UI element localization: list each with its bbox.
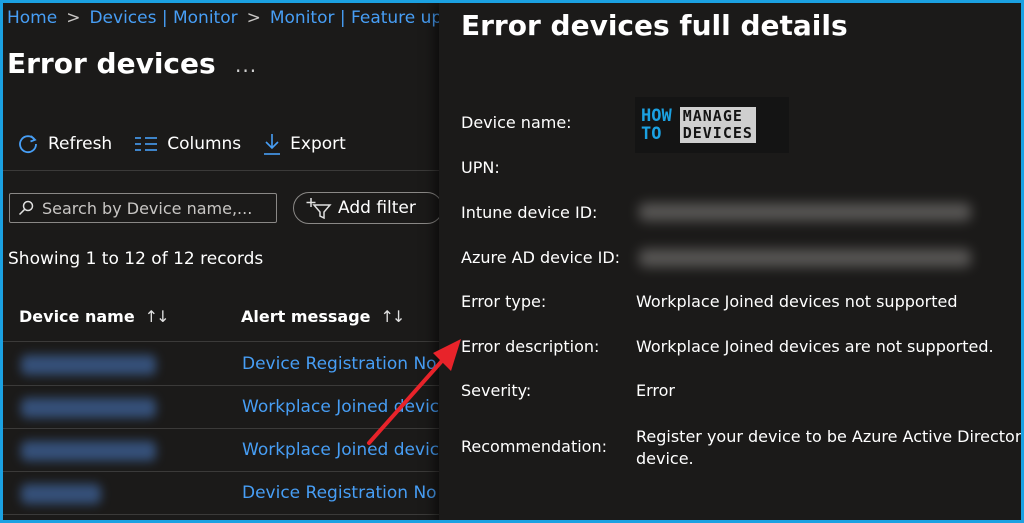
- refresh-button[interactable]: Refresh: [17, 133, 112, 155]
- column-header-device-name[interactable]: Device name ↑↓: [19, 307, 170, 326]
- table-row[interactable]: Device Registration No T: [3, 343, 452, 386]
- severity-label: Severity:: [461, 381, 532, 400]
- table-header-divider: [3, 341, 439, 342]
- error-description-label: Error description:: [461, 337, 600, 356]
- breadcrumb-home[interactable]: Home: [7, 8, 57, 28]
- alert-message-link[interactable]: Device Registration No T: [242, 483, 452, 503]
- intune-device-id-label: Intune device ID:: [461, 203, 598, 222]
- redacted-device-name: [21, 484, 101, 504]
- alert-message-link[interactable]: Device Registration No T: [242, 354, 452, 374]
- table-row[interactable]: Workplace Joined device: [3, 386, 450, 429]
- error-description-value: Workplace Joined devices are not support…: [636, 337, 994, 356]
- alert-message-link[interactable]: Workplace Joined device: [242, 440, 450, 460]
- breadcrumb: Home > Devices | Monitor > Monitor | Feature…: [7, 8, 442, 28]
- search-input[interactable]: [40, 197, 274, 219]
- download-icon: [264, 134, 281, 155]
- upn-label: UPN:: [461, 158, 500, 177]
- refresh-label: Refresh: [48, 134, 113, 154]
- breadcrumb-monitor-feature-updates[interactable]: Monitor | Feature up: [270, 8, 442, 28]
- breadcrumb-separator: >: [66, 8, 81, 28]
- sort-icon[interactable]: ↑↓: [381, 307, 406, 326]
- error-type-value: Workplace Joined devices not supported: [636, 292, 958, 311]
- toolbar-divider: [3, 170, 439, 171]
- logo-text-left: HOW TO: [641, 106, 672, 144]
- recommendation-label: Recommendation:: [461, 437, 607, 456]
- details-title: Error devices full details: [461, 9, 848, 42]
- records-count: Showing 1 to 12 of 12 records: [8, 249, 264, 269]
- error-devices-pane: Home > Devices | Monitor > Monitor | Feature…: [3, 3, 452, 520]
- add-filter-button[interactable]: Add filter: [293, 192, 443, 224]
- columns-icon: [135, 137, 158, 151]
- how-to-manage-devices-logo: HOW TO MANAGE DEVICES: [635, 97, 789, 153]
- column-header-label: Alert message: [241, 307, 371, 326]
- screenshot-frame: Home > Devices | Monitor > Monitor | Feature…: [0, 0, 1024, 523]
- table-row[interactable]: Workplace Joined device: [3, 429, 450, 472]
- breadcrumb-separator: >: [246, 8, 261, 28]
- recommendation-value: Register your device to be Azure Active …: [636, 427, 1024, 468]
- severity-value: Error: [636, 381, 675, 400]
- column-header-label: Device name: [19, 307, 135, 326]
- refresh-icon: [19, 135, 37, 154]
- toolbar: Refresh Columns Export: [17, 133, 346, 155]
- export-label: Export: [290, 134, 346, 154]
- error-type-label: Error type:: [461, 292, 547, 311]
- table-header: Device name ↑↓ Alert message ↑↓: [3, 303, 439, 333]
- device-name-label: Device name:: [461, 113, 572, 132]
- redacted-azure-ad-device-id: [639, 249, 971, 267]
- redacted-device-name: [21, 398, 156, 418]
- columns-button[interactable]: Columns: [134, 133, 241, 155]
- error-details-panel: Error devices full details Device name: …: [439, 3, 1024, 520]
- column-header-alert-message[interactable]: Alert message ↑↓: [241, 307, 406, 326]
- more-options-button[interactable]: ...: [235, 53, 257, 77]
- alert-message-link[interactable]: Workplace Joined device: [242, 397, 450, 417]
- redacted-device-name: [21, 441, 156, 461]
- redacted-intune-device-id: [639, 203, 971, 221]
- breadcrumb-devices-monitor[interactable]: Devices | Monitor: [89, 8, 237, 28]
- logo-text-right: MANAGE DEVICES: [679, 107, 756, 143]
- redacted-device-name: [21, 355, 156, 375]
- export-button[interactable]: Export: [263, 133, 346, 155]
- add-filter-icon: [306, 198, 332, 219]
- add-filter-label: Add filter: [338, 198, 416, 218]
- azure-ad-device-id-label: Azure AD device ID:: [461, 248, 621, 267]
- table-row[interactable]: Device Registration No T: [3, 472, 452, 515]
- columns-label: Columns: [167, 134, 242, 154]
- sort-icon[interactable]: ↑↓: [145, 307, 170, 326]
- search-icon: [18, 200, 34, 216]
- search-box[interactable]: [9, 193, 277, 223]
- page-title: Error devices: [7, 47, 216, 80]
